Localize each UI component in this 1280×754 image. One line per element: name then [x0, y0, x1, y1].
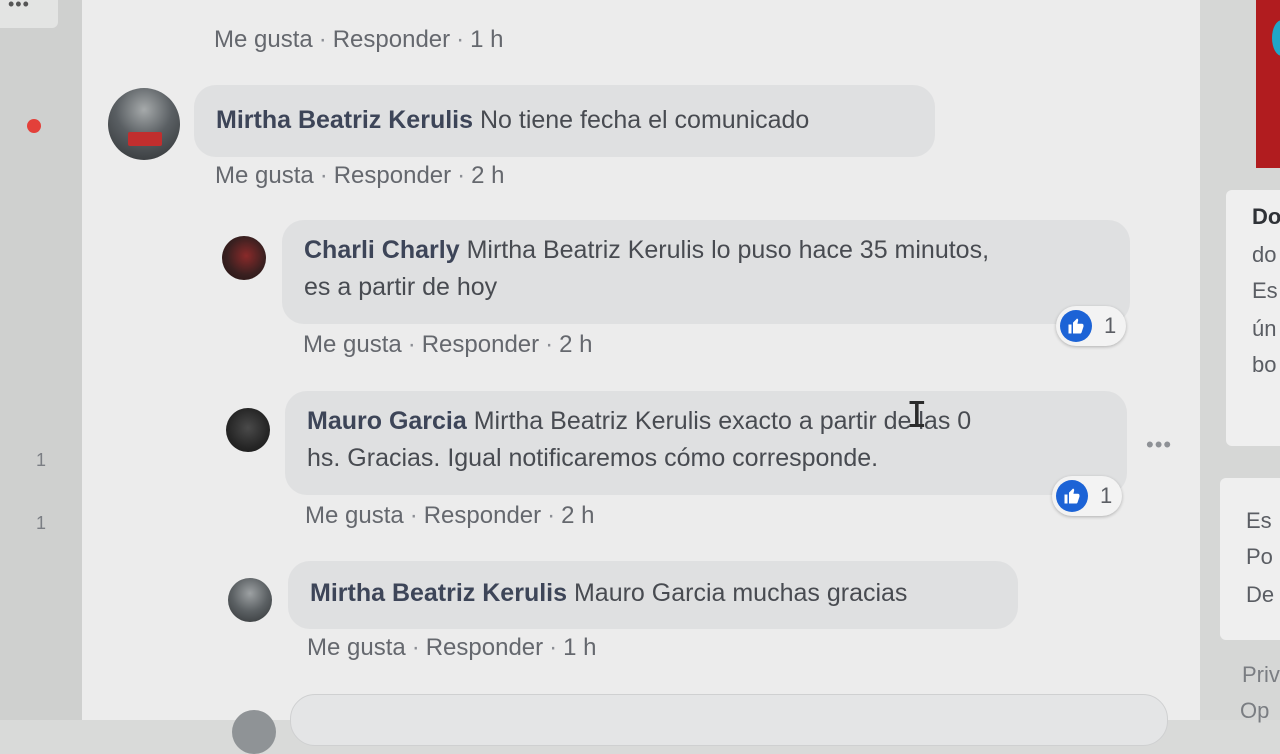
- current-user-avatar: [232, 710, 276, 754]
- right-card-line: Do: [1252, 204, 1280, 229]
- avatar-image: [128, 132, 162, 146]
- comment-text-line2: hs. Gracias. Igual notificaremos cómo co…: [307, 444, 879, 472]
- right-card-line: Es: [1246, 508, 1272, 533]
- right-card-1[interactable]: Do do Es ún bo: [1226, 190, 1280, 446]
- author-name[interactable]: Mauro Garcia: [307, 407, 467, 435]
- reply-input[interactable]: [290, 694, 1168, 746]
- reply-link[interactable]: Responder: [424, 502, 541, 529]
- comment-bubble: Mirtha Beatriz Kerulis No tiene fecha el…: [194, 85, 935, 157]
- thumbs-up-icon: [1060, 310, 1092, 342]
- comment-time: 1 h: [470, 26, 504, 53]
- separator: ·: [319, 162, 328, 189]
- comment-time: 1 h: [563, 634, 597, 661]
- left-count-1: 1: [36, 450, 47, 470]
- comment-bubble: Mauro Garcia Mirtha Beatriz Kerulis exac…: [285, 391, 1127, 495]
- reaction-count: 1: [1100, 483, 1113, 508]
- comment-text-line2: es a partir de hoy: [304, 273, 498, 301]
- reply-link[interactable]: Responder: [334, 162, 451, 189]
- separator: ·: [411, 634, 420, 661]
- sponsored-image[interactable]: [1256, 0, 1280, 168]
- reaction-count: 1: [1104, 313, 1117, 338]
- right-card-line: bo: [1252, 352, 1277, 377]
- comment-text-line1: Mirtha Beatriz Kerulis lo puso hace 35 m…: [466, 236, 990, 264]
- right-card-line: De: [1246, 582, 1275, 607]
- comment-text: No tiene fecha el comunicado: [479, 106, 810, 134]
- comment-time: 2 h: [471, 162, 505, 189]
- more-icon: •••: [8, 0, 30, 14]
- comment-text: Mauro Garcia muchas gracias: [573, 579, 908, 607]
- comment-actions-4: Me gusta · Responder · 1 h: [307, 634, 597, 662]
- reaction-summary[interactable]: 1: [1052, 476, 1122, 516]
- right-card-line: Po: [1246, 544, 1273, 569]
- author-name[interactable]: Mirtha Beatriz Kerulis: [216, 106, 473, 134]
- text-cursor-icon: I: [906, 395, 928, 436]
- like-link[interactable]: Me gusta: [214, 26, 313, 53]
- thumbs-up-icon: [1056, 480, 1088, 512]
- comment-bubble: Mirtha Beatriz Kerulis Mauro Garcia much…: [288, 561, 1018, 629]
- reply-link[interactable]: Responder: [333, 26, 450, 53]
- separator: ·: [456, 26, 465, 53]
- author-name[interactable]: Mirtha Beatriz Kerulis: [310, 579, 567, 607]
- like-link[interactable]: Me gusta: [307, 634, 406, 661]
- comment-bubble: Charli Charly Mirtha Beatriz Kerulis lo …: [282, 220, 1130, 324]
- comment-text-line1: Mirtha Beatriz Kerulis exacto a partir d…: [473, 407, 972, 435]
- right-card-line: Es: [1252, 278, 1278, 303]
- left-sidebar: ••• 1 1: [0, 0, 82, 720]
- separator: ·: [457, 162, 466, 189]
- comment-actions-2: Me gusta · Responder · 2 h: [303, 331, 593, 359]
- more-options-icon[interactable]: •••: [1146, 432, 1172, 458]
- separator: ·: [549, 634, 558, 661]
- right-card-2[interactable]: Es Po De: [1220, 478, 1280, 640]
- image-graphic: [1272, 20, 1280, 56]
- like-link[interactable]: Me gusta: [303, 331, 402, 358]
- left-count-2: 1: [36, 513, 47, 533]
- footer-link-privacy[interactable]: Priv: [1242, 662, 1280, 688]
- like-link[interactable]: Me gusta: [305, 502, 404, 529]
- comment-actions-1: Me gusta · Responder · 2 h: [215, 162, 505, 190]
- avatar[interactable]: [108, 88, 180, 160]
- author-name[interactable]: Charli Charly: [304, 236, 460, 264]
- separator: ·: [547, 502, 556, 529]
- avatar[interactable]: [222, 236, 266, 280]
- separator: ·: [407, 331, 416, 358]
- reaction-summary[interactable]: 1: [1056, 306, 1126, 346]
- avatar[interactable]: [228, 578, 272, 622]
- footer-link[interactable]: Op: [1240, 698, 1269, 724]
- comment-time: 2 h: [559, 331, 593, 358]
- reply-link[interactable]: Responder: [422, 331, 539, 358]
- separator: ·: [318, 26, 327, 53]
- notification-dot: [27, 119, 41, 133]
- like-link[interactable]: Me gusta: [215, 162, 314, 189]
- avatar[interactable]: [226, 408, 270, 452]
- comment-actions-0: Me gusta · Responder · 1 h: [214, 26, 504, 54]
- right-card-line: ún: [1252, 316, 1277, 341]
- reply-link[interactable]: Responder: [426, 634, 543, 661]
- comment-actions-3: Me gusta · Responder · 2 h: [305, 502, 595, 530]
- right-card-line: do: [1252, 242, 1277, 267]
- comment-time: 2 h: [561, 502, 595, 529]
- separator: ·: [409, 502, 418, 529]
- separator: ·: [545, 331, 554, 358]
- menu-button[interactable]: •••: [0, 0, 58, 28]
